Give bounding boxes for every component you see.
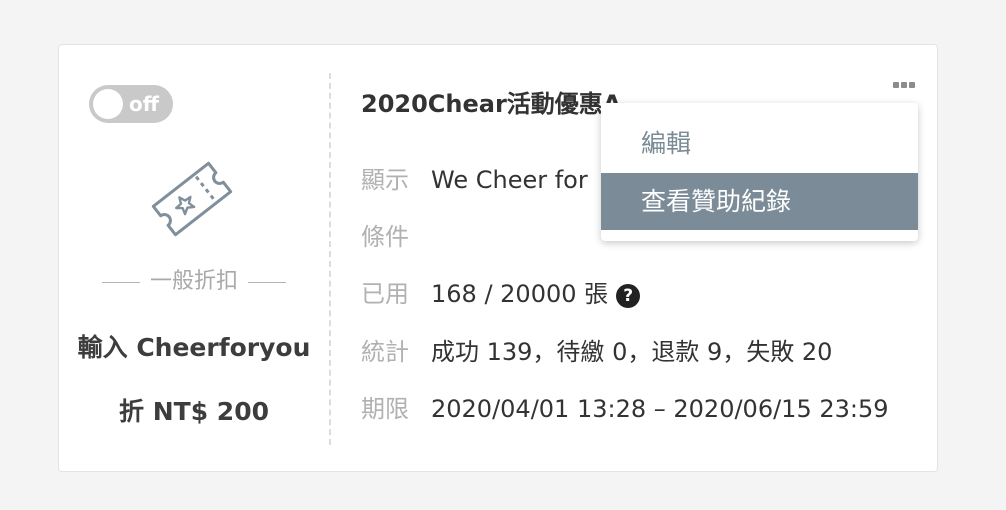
coupon-code: 輸入 Cheerforyou: [77, 333, 311, 362]
menu-item-edit[interactable]: 編輯: [601, 115, 918, 172]
discount-type-text: 一般折扣: [149, 269, 238, 294]
action-dropdown-menu: 編輯 查看贊助紀錄: [601, 103, 918, 241]
stats-label: 統計: [361, 338, 409, 366]
more-dots-icon[interactable]: [893, 73, 921, 88]
divider-line-right: [248, 281, 286, 283]
detail-row-condition: 條件: [361, 220, 431, 254]
detail-row-stats: 統計 成功 139，待繳 0，退款 9，失敗 20: [361, 335, 832, 369]
period-label: 期限: [361, 395, 409, 423]
coupon-card: off 一般折扣 輸入 Cheerforyou 折 NT$ 200 2020Ch…: [58, 44, 938, 472]
discount-type-label: 一般折扣: [59, 267, 329, 297]
divider-line-left: [101, 281, 140, 283]
detail-row-display: 顯示 We Cheer for: [361, 163, 588, 197]
dashed-divider: [329, 73, 331, 445]
coupon-title: 2020Chear活動優惠A: [361, 90, 622, 118]
display-label: 顯示: [361, 166, 409, 194]
condition-label: 條件: [361, 223, 409, 251]
used-label: 已用: [361, 280, 409, 308]
detail-row-period: 期限 2020/04/01 13:28 – 2020/06/15 23:59: [361, 392, 889, 426]
period-value: 2020/04/01 13:28 – 2020/06/15 23:59: [431, 395, 889, 423]
used-value: 168 / 20000 張: [431, 280, 609, 308]
status-toggle[interactable]: off: [89, 85, 173, 123]
toggle-knob: [93, 89, 123, 119]
ticket-star-icon: [151, 161, 233, 237]
discount-amount: 折 NT$ 200: [119, 397, 269, 426]
question-circle-icon[interactable]: ?: [616, 284, 641, 308]
toggle-label: off: [129, 92, 159, 116]
display-value: We Cheer for: [431, 166, 588, 194]
detail-row-used: 已用 168 / 20000 張?: [361, 277, 641, 311]
stats-value: 成功 139，待繳 0，退款 9，失敗 20: [431, 338, 833, 366]
menu-item-view-sponsor-records[interactable]: 查看贊助紀錄: [601, 173, 918, 230]
